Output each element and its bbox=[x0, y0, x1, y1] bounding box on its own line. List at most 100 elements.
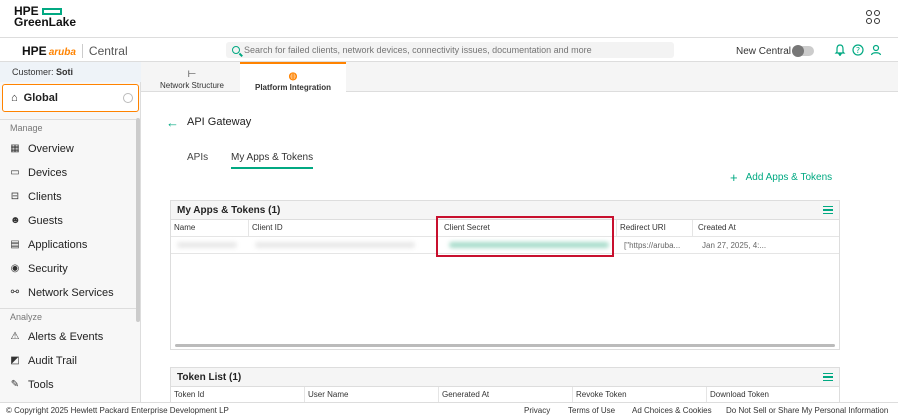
search-bar[interactable] bbox=[226, 42, 674, 58]
central-brand[interactable]: HPE aruba Central bbox=[22, 44, 128, 58]
alerts-icon: ⚠ bbox=[10, 331, 20, 342]
col-client-id[interactable]: Client ID bbox=[249, 220, 437, 236]
sidebar-divider bbox=[0, 308, 136, 309]
sidebar-item-audit-trail[interactable]: ◩ Audit Trail bbox=[10, 355, 77, 367]
sidebar-item-label: Audit Trail bbox=[28, 355, 77, 367]
col-user-name[interactable]: User Name bbox=[305, 387, 439, 403]
plus-icon: + bbox=[730, 170, 738, 185]
menu-icon[interactable] bbox=[823, 373, 833, 381]
footer-link-terms[interactable]: Terms of Use bbox=[568, 406, 615, 415]
table-horizontal-scrollbar[interactable] bbox=[175, 344, 835, 347]
sidebar-item-security[interactable]: ◉ Security bbox=[10, 263, 68, 275]
copyright: © Copyright 2025 Hewlett Packard Enterpr… bbox=[6, 406, 229, 415]
customer-prefix: Customer: bbox=[12, 67, 54, 77]
search-input[interactable] bbox=[244, 45, 664, 55]
footer: © Copyright 2025 Hewlett Packard Enterpr… bbox=[0, 402, 898, 417]
guests-icon: ☻ bbox=[10, 215, 21, 226]
devices-icon: ▭ bbox=[10, 167, 20, 178]
brand-hpe: HPE bbox=[22, 44, 47, 58]
building-icon: ⌂ bbox=[11, 92, 18, 104]
customer-label: Customer: Soti bbox=[0, 62, 141, 82]
table-header-row: Token Id User Name Generated At Revoke T… bbox=[171, 387, 839, 403]
platform-integration-icon: ◍ bbox=[288, 71, 298, 82]
sidebar-item-label: Clients bbox=[28, 191, 62, 203]
card-title: Token List (1) bbox=[177, 372, 242, 383]
col-redirect-uri[interactable]: Redirect URI bbox=[617, 220, 693, 236]
sidebar-item-devices[interactable]: ▭ Devices bbox=[10, 167, 67, 179]
tab-platform-integration[interactable]: ◍ Platform Integration bbox=[240, 62, 346, 92]
clients-icon: ⊟ bbox=[10, 191, 20, 202]
network-structure-icon: ⊢ bbox=[187, 69, 197, 80]
global-scope-selector[interactable]: ⌂ Global bbox=[2, 84, 139, 112]
col-revoke-token[interactable]: Revoke Token bbox=[573, 387, 707, 403]
back-arrow-icon[interactable]: ← bbox=[166, 115, 179, 130]
sidebar-item-alerts-events[interactable]: ⚠ Alerts & Events bbox=[10, 331, 104, 343]
brand-central: Central bbox=[81, 44, 128, 58]
new-central-label: New Central bbox=[736, 46, 792, 57]
logo-line2: GreenLake bbox=[14, 15, 77, 29]
sidebar-item-guests[interactable]: ☻ Guests bbox=[10, 215, 63, 227]
apps-grid-icon[interactable] bbox=[866, 10, 880, 24]
network-services-icon: ⚯ bbox=[10, 287, 20, 298]
sidebar-item-label: Overview bbox=[28, 143, 74, 155]
sidebar-item-clients[interactable]: ⊟ Clients bbox=[10, 191, 62, 203]
sidebar-divider bbox=[0, 119, 136, 120]
card-title: My Apps & Tokens (1) bbox=[177, 205, 281, 216]
footer-link-ad-choices[interactable]: Ad Choices & Cookies bbox=[632, 406, 712, 415]
subtab-apis[interactable]: APIs bbox=[187, 152, 208, 163]
user-icon[interactable] bbox=[870, 44, 882, 56]
sidebar-item-tools[interactable]: ✎ Tools bbox=[10, 379, 54, 391]
cell-created-at: Jan 27, 2025, 4:... bbox=[702, 241, 767, 250]
sidebar-item-label: Alerts & Events bbox=[28, 331, 104, 343]
page-title: API Gateway bbox=[187, 116, 252, 128]
sidebar-item-label: Tools bbox=[28, 379, 54, 391]
col-created-at[interactable]: Created At bbox=[695, 220, 841, 236]
global-label: Global bbox=[23, 92, 58, 104]
security-icon: ◉ bbox=[10, 263, 20, 274]
top-bar bbox=[0, 0, 898, 38]
customer-name: Soti bbox=[56, 67, 74, 77]
col-download-token[interactable]: Download Token bbox=[707, 387, 839, 403]
col-token-id[interactable]: Token Id bbox=[171, 387, 305, 403]
applications-icon: ▤ bbox=[10, 239, 20, 250]
new-central-toggle[interactable] bbox=[792, 45, 814, 57]
card-header: Token List (1) bbox=[171, 368, 839, 387]
overview-icon: ▦ bbox=[10, 143, 20, 154]
sidebar-scrollbar[interactable] bbox=[136, 118, 140, 322]
help-icon[interactable]: ? bbox=[852, 44, 864, 56]
tab-label: Platform Integration bbox=[254, 83, 331, 92]
bell-icon[interactable] bbox=[834, 44, 846, 57]
col-generated-at[interactable]: Generated At bbox=[439, 387, 573, 403]
search-icon bbox=[232, 46, 240, 54]
client-secret-highlight bbox=[436, 216, 614, 257]
hpe-greenlake-logo[interactable]: HPE GreenLake bbox=[14, 5, 77, 29]
scope-ring-icon bbox=[123, 93, 133, 103]
tab-label: Network Structure bbox=[159, 81, 225, 90]
token-list-card: Token List (1) Token Id User Name Genera… bbox=[170, 367, 840, 403]
add-button-label: Add Apps & Tokens bbox=[745, 172, 833, 183]
sidebar-item-overview[interactable]: ▦ Overview bbox=[10, 143, 74, 155]
footer-link-do-not-sell[interactable]: Do Not Sell or Share My Personal Informa… bbox=[726, 406, 888, 415]
sidebar-item-label: Devices bbox=[28, 167, 68, 179]
section-manage: Manage bbox=[10, 123, 43, 133]
audit-icon: ◩ bbox=[10, 355, 20, 366]
add-apps-tokens-button[interactable]: + Add Apps & Tokens bbox=[730, 170, 832, 185]
svg-text:?: ? bbox=[856, 46, 860, 55]
col-name[interactable]: Name bbox=[171, 220, 249, 236]
sidebar-item-network-services[interactable]: ⚯ Network Services bbox=[10, 287, 114, 299]
footer-link-privacy[interactable]: Privacy bbox=[524, 406, 550, 415]
sidebar-item-label: Guests bbox=[28, 215, 63, 227]
menu-icon[interactable] bbox=[823, 206, 833, 214]
cell-redirect-uri: ["https://aruba... bbox=[624, 241, 681, 250]
subtab-my-apps-tokens[interactable]: My Apps & Tokens bbox=[231, 152, 314, 169]
tab-network-structure[interactable]: ⊢ Network Structure bbox=[150, 62, 234, 92]
sidebar bbox=[0, 62, 141, 402]
sidebar-item-label: Network Services bbox=[28, 287, 114, 299]
section-analyze: Analyze bbox=[10, 312, 43, 322]
tools-icon: ✎ bbox=[10, 379, 20, 390]
redacted-name bbox=[177, 242, 237, 248]
redacted-client-id bbox=[255, 242, 415, 248]
sidebar-item-label: Applications bbox=[28, 239, 88, 251]
sidebar-item-applications[interactable]: ▤ Applications bbox=[10, 239, 87, 251]
sidebar-item-label: Security bbox=[28, 263, 68, 275]
